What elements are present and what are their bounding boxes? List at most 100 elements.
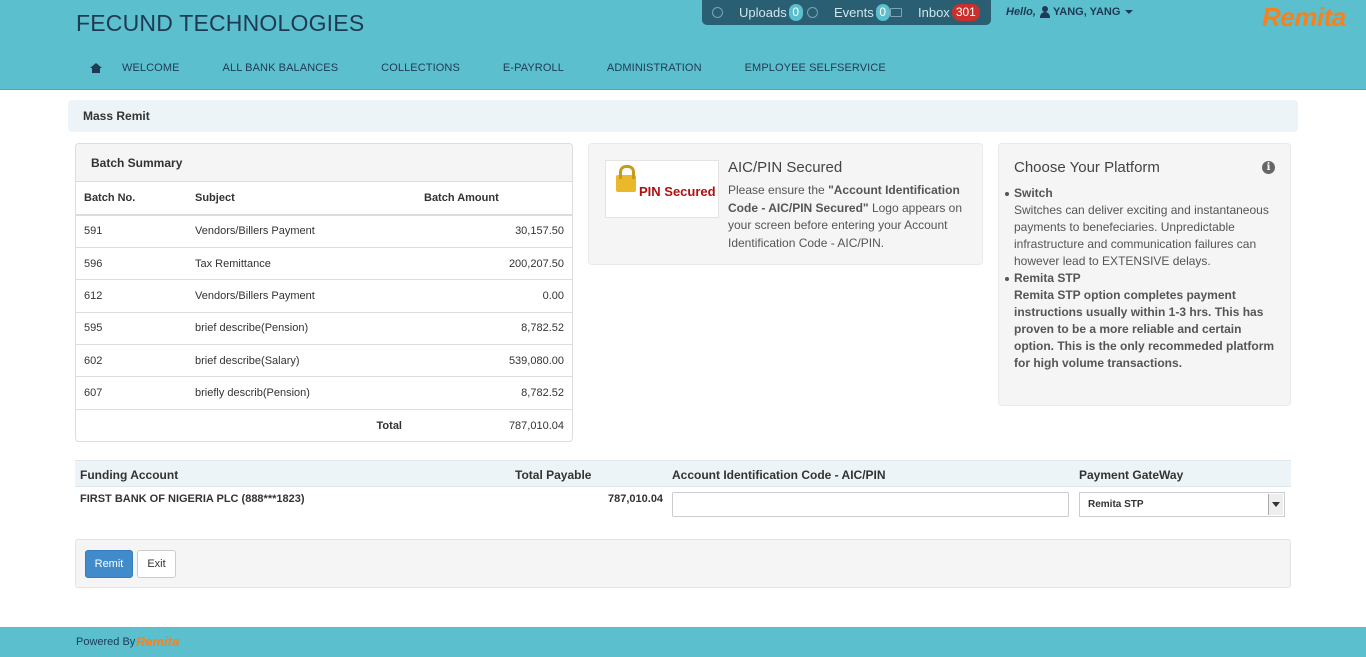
events-link[interactable]: Events 0: [807, 4, 890, 21]
table-row: 596 Tax Remittance 200,207.50: [76, 247, 572, 281]
home-icon[interactable]: [90, 62, 102, 74]
inbox-label: Inbox: [918, 5, 950, 20]
table-row: 602 brief describe(Salary) 539,080.00: [76, 344, 572, 378]
nav-item-administration[interactable]: ADMINISTRATION: [607, 62, 702, 74]
subject-cell: Vendors/Billers Payment: [187, 279, 416, 313]
amount-cell: 30,157.50: [416, 215, 572, 248]
inbox-link[interactable]: Inbox 301: [890, 4, 980, 21]
user-icon: [1039, 6, 1050, 18]
column-header: Total Payable: [515, 468, 592, 482]
subject-cell: brief describe(Salary): [187, 344, 416, 378]
footer: Powered By Remita: [0, 627, 1366, 657]
option-name: Remita STP: [1014, 271, 1081, 285]
pin-secured-logo-text: PIN Secured: [639, 184, 716, 199]
remit-button[interactable]: Remit: [85, 550, 133, 578]
subject-cell: Vendors/Billers Payment: [187, 215, 416, 248]
column-header: Account Identification Code - AIC/PIN: [672, 468, 886, 482]
table-row: 591 Vendors/Billers Payment 30,157.50: [76, 215, 572, 248]
events-count-badge: 0: [875, 4, 890, 21]
amount-cell: 200,207.50: [416, 247, 572, 281]
platform-title: Choose Your Platform: [1014, 159, 1160, 176]
nav-item-e-payroll[interactable]: E-PAYROLL: [503, 62, 564, 74]
choose-platform-box: Choose Your Platform i Switch Switches c…: [998, 143, 1291, 406]
inbox-count-badge: 301: [951, 4, 980, 21]
uploads-count-badge: 0: [788, 4, 803, 21]
table-row: FIRST BANK OF NIGERIA PLC (888***1823) 7…: [75, 487, 1291, 527]
uploads-label: Uploads: [739, 5, 787, 20]
action-bar: Remit Exit: [75, 539, 1291, 588]
payment-gateway-select[interactable]: Remita STP: [1079, 492, 1285, 517]
footer-remita-logo: Remita: [136, 634, 180, 649]
company-name: FECUND TECHNOLOGIES: [76, 10, 365, 36]
upload-icon: [712, 7, 723, 18]
chevron-down-icon: [1125, 10, 1134, 14]
option-name: Switch: [1014, 186, 1053, 200]
nav-item-all-bank-balances[interactable]: ALL BANK BALANCES: [223, 62, 339, 74]
amount-cell: 8,782.52: [416, 312, 572, 346]
batch-summary-title: Batch Summary: [76, 144, 572, 182]
notification-bar: Uploads 0 Events 0 Inbox 301: [702, 0, 991, 25]
column-header: Funding Account: [80, 468, 179, 482]
total-payable: 787,010.04: [608, 493, 664, 505]
events-icon: [807, 7, 818, 18]
total-label: Total: [376, 419, 402, 432]
lock-icon: [616, 165, 636, 192]
column-header: Batch No.: [76, 182, 187, 216]
user-menu[interactable]: Hello, YANG, YANG: [1006, 6, 1134, 18]
info-icon[interactable]: i: [1262, 161, 1275, 174]
aic-pin-input[interactable]: [672, 492, 1069, 517]
funding-table: Funding Account Total Payable Account Id…: [75, 460, 1291, 527]
table-row: 612 Vendors/Billers Payment 0.00: [76, 279, 572, 313]
aic-pin-description: Please ensure the "Account Identificatio…: [728, 182, 973, 252]
option-text: Switches can deliver exciting and instan…: [1014, 203, 1269, 268]
total-row: Total 787,010.04: [76, 409, 572, 441]
batch-summary-panel: Batch Summary Batch No. Subject Batch Am…: [75, 143, 573, 442]
remita-logo: Remita: [1262, 2, 1346, 32]
batch-no-cell: 595: [76, 312, 187, 346]
column-header: Payment GateWay: [1079, 468, 1184, 482]
funding-account: FIRST BANK OF NIGERIA PLC (888***1823): [80, 493, 305, 505]
chevron-down-icon: [1268, 494, 1283, 515]
platform-option-remita-stp: Remita STP Remita STP option completes p…: [1005, 270, 1279, 372]
table-row: 595 brief describe(Pension) 8,782.52: [76, 312, 572, 346]
subject-cell: briefly describ(Pension): [187, 376, 416, 410]
column-header: Subject: [187, 182, 416, 216]
table-row: 607 briefly describ(Pension) 8,782.52: [76, 376, 572, 410]
gateway-selected-value: Remita STP: [1088, 499, 1144, 510]
greeting-text: Hello,: [1006, 6, 1036, 18]
pin-secured-logo: PIN Secured: [605, 160, 719, 218]
platform-list: Switch Switches can deliver exciting and…: [1005, 185, 1279, 372]
funding-table-header: Funding Account Total Payable Account Id…: [75, 460, 1291, 487]
desc-prefix: Please ensure the: [728, 183, 829, 197]
nav-item-welcome[interactable]: WELCOME: [122, 62, 180, 74]
events-label: Events: [834, 5, 874, 20]
page-title: Mass Remit: [83, 109, 150, 123]
batch-no-cell: 591: [76, 215, 187, 248]
total-value: 787,010.04: [508, 419, 564, 432]
nav-item-collections[interactable]: COLLECTIONS: [381, 62, 460, 74]
nav-item-employee-selfservice[interactable]: EMPLOYEE SELFSERVICE: [745, 62, 886, 74]
main-nav: WELCOME ALL BANK BALANCES COLLECTIONS E-…: [76, 62, 929, 74]
batch-no-cell: 602: [76, 344, 187, 378]
batch-summary-table: Batch No. Subject Batch Amount 591 Vendo…: [76, 182, 572, 442]
aic-pin-title: AIC/PIN Secured: [728, 159, 843, 176]
aic-pin-secured-box: PIN Secured AIC/PIN Secured Please ensur…: [588, 143, 983, 265]
powered-by-text: Powered By: [76, 636, 136, 648]
batch-no-cell: 612: [76, 279, 187, 313]
top-header: FECUND TECHNOLOGIES Uploads 0 Events 0 I…: [0, 0, 1366, 90]
uploads-link[interactable]: Uploads 0: [712, 4, 803, 21]
column-header: Batch Amount: [416, 182, 572, 216]
amount-cell: 0.00: [416, 279, 572, 313]
amount-cell: 539,080.00: [416, 344, 572, 378]
batch-no-cell: 596: [76, 247, 187, 281]
batch-no-cell: 607: [76, 376, 187, 410]
page-title-bar: Mass Remit: [68, 100, 1298, 132]
subject-cell: Tax Remittance: [187, 247, 416, 281]
exit-button[interactable]: Exit: [137, 550, 176, 578]
user-name: YANG, YANG: [1052, 6, 1121, 18]
subject-cell: brief describe(Pension): [187, 312, 416, 346]
amount-cell: 8,782.52: [416, 376, 572, 410]
platform-option-switch: Switch Switches can deliver exciting and…: [1005, 185, 1279, 270]
envelope-icon: [890, 8, 902, 17]
option-text: Remita STP option completes payment inst…: [1014, 288, 1275, 370]
